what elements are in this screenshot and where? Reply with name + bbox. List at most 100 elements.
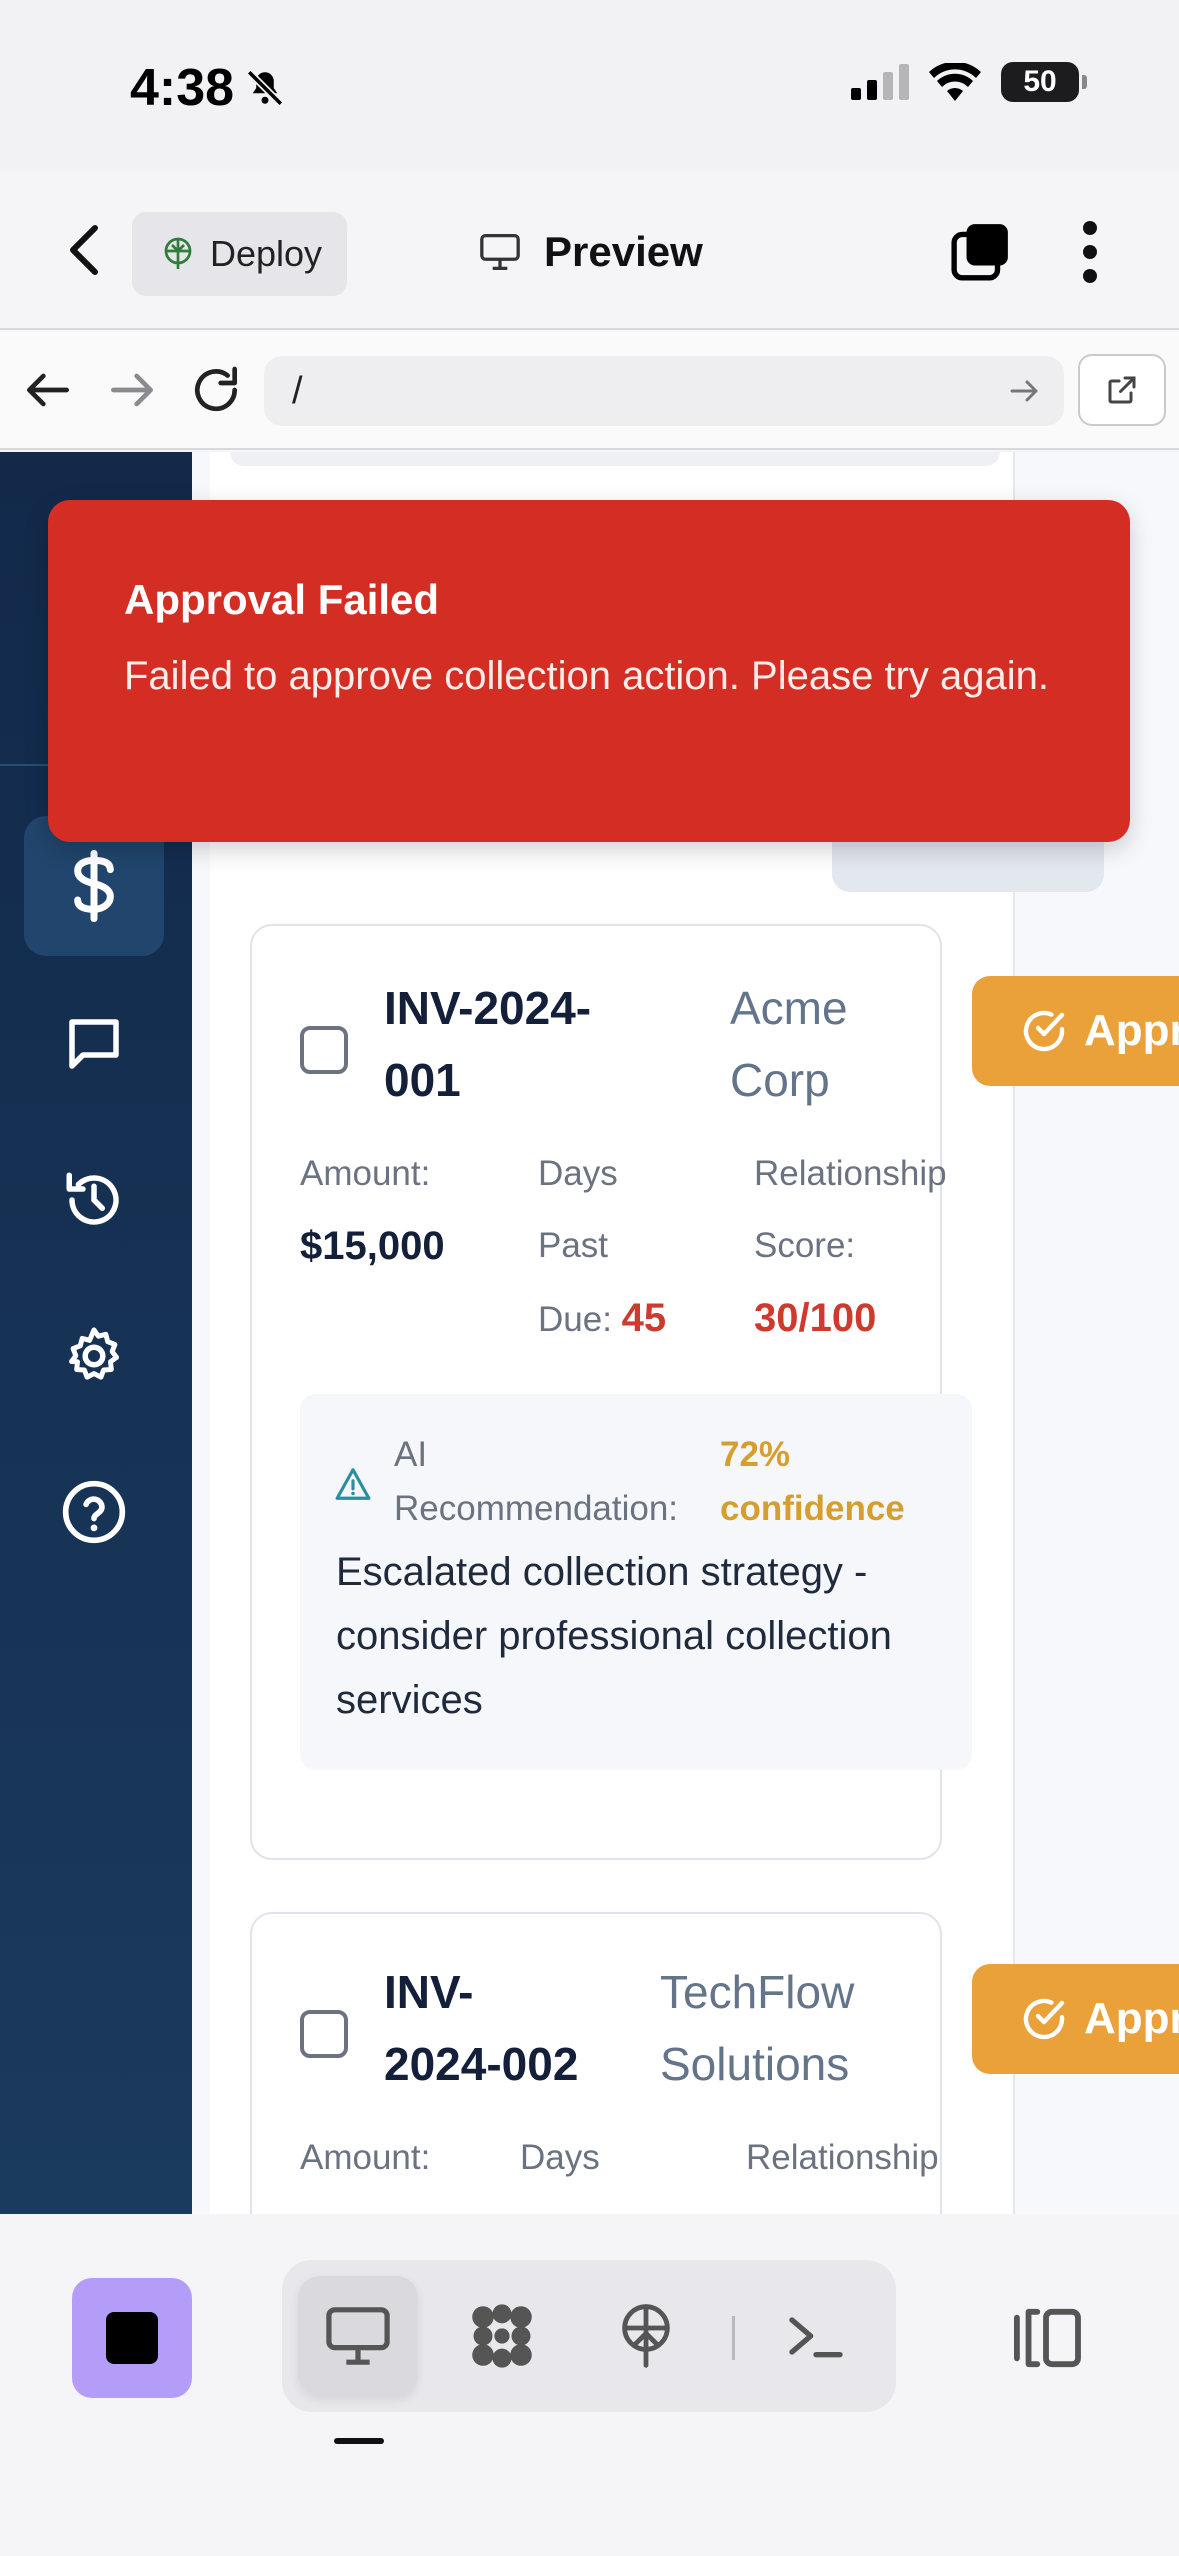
- sidebar-item-messages[interactable]: [24, 974, 164, 1114]
- days-label: Past: [538, 1226, 609, 1265]
- deploy-icon: [164, 237, 192, 269]
- header-card-edge: [230, 452, 1000, 466]
- wifi-icon: [929, 63, 981, 101]
- ai-recommendation-label: AI Recommendation:: [394, 1428, 678, 1536]
- split-view-icon[interactable]: [1008, 2306, 1084, 2370]
- arrow-right-icon[interactable]: [104, 362, 160, 418]
- amount-value: $15,000: [300, 1224, 445, 1268]
- deploy-label: Deploy: [210, 233, 323, 274]
- invoice-checkbox[interactable]: [300, 1026, 348, 1074]
- app-bar: Deploy Preview: [0, 170, 1179, 330]
- amount-label: Amount:: [300, 1154, 431, 1193]
- days-past-due-field: Days Past Due: 45: [538, 1138, 666, 1356]
- toast-message: Failed to approve collection action. Ple…: [124, 654, 1049, 698]
- client-name: Acme Corp: [730, 972, 848, 1116]
- active-tab-indicator: [334, 2438, 384, 2444]
- back-chevron-icon[interactable]: [60, 222, 110, 278]
- invoice-card: INV- 2024-002 TechFlow Solutions Amount:…: [250, 1912, 942, 2214]
- check-circle-icon: [1023, 1998, 1065, 2040]
- check-circle-icon: [1023, 1010, 1065, 1052]
- battery-level: 50: [1023, 65, 1057, 98]
- relationship-score-field: Relationship Score: 30/100: [754, 1138, 947, 1354]
- preview-tool-button[interactable]: [298, 2276, 418, 2396]
- days-label: Due:: [538, 1300, 612, 1339]
- status-time: 4:38: [130, 58, 286, 118]
- deploy-tool-button[interactable]: [586, 2276, 706, 2396]
- approve-button[interactable]: Appr: [972, 976, 1179, 1086]
- bottom-toolbar: [0, 2214, 1179, 2556]
- client-name-line: Solutions: [660, 2038, 850, 2090]
- approve-label: Appr: [1084, 1006, 1179, 1055]
- confidence-value: 72%: [720, 1435, 791, 1474]
- url-text: /: [292, 369, 303, 412]
- warning-icon: [335, 1468, 371, 1500]
- external-link-icon: [1108, 376, 1136, 404]
- client-name: TechFlow Solutions: [660, 1956, 854, 2100]
- deploy-button[interactable]: Deploy: [132, 212, 347, 296]
- status-indicators: 50: [851, 62, 1087, 102]
- score-label: Relationship: [746, 2138, 939, 2177]
- client-name-line: Acme: [730, 982, 848, 1034]
- url-input[interactable]: /: [264, 356, 1064, 426]
- stop-icon: [106, 2312, 158, 2364]
- web-content: INV-2024- 001 Acme Corp Amount: $15,000 …: [0, 452, 1179, 2214]
- days-label: Days: [520, 2138, 600, 2177]
- invoice-checkbox[interactable]: [300, 2010, 348, 2058]
- invoice-id-line: 2024-002: [384, 2038, 579, 2090]
- sidebar-item-settings[interactable]: [24, 1286, 164, 1426]
- days-label: Days: [538, 1154, 618, 1193]
- tabs-icon[interactable]: [950, 220, 1012, 282]
- preview-title[interactable]: Preview: [478, 228, 703, 276]
- confidence-label: confidence: [720, 1489, 905, 1528]
- monitor-icon: [480, 233, 520, 270]
- toolbar-separator: [732, 2316, 735, 2360]
- reload-icon[interactable]: [188, 362, 244, 418]
- more-vertical-icon[interactable]: [1070, 220, 1110, 284]
- sidebar-item-history[interactable]: [24, 1130, 164, 1270]
- arrow-left-icon[interactable]: [20, 362, 76, 418]
- invoice-id: INV- 2024-002: [384, 1956, 578, 2100]
- invoice-id-line: INV-: [384, 1966, 474, 2018]
- invoice-id: INV-2024- 001: [384, 972, 591, 1116]
- status-bar: 4:38 50: [0, 0, 1179, 170]
- stop-button[interactable]: [72, 2278, 192, 2398]
- cellular-signal-icon: [851, 64, 909, 100]
- ai-recommendation-text: Escalated collection strategy - consider…: [336, 1550, 892, 1722]
- sidebar-item-help[interactable]: [24, 1442, 164, 1582]
- time-text: 4:38: [130, 59, 235, 117]
- workspace-tool-button[interactable]: [442, 2276, 562, 2396]
- days-value: 45: [621, 1296, 667, 1340]
- score-label: Score:: [754, 1226, 856, 1265]
- terminal-tool-button[interactable]: [756, 2276, 876, 2396]
- toast-title: Approval Failed: [124, 576, 440, 623]
- terminal-icon: [789, 2317, 843, 2358]
- dollar-icon: [74, 849, 114, 923]
- score-label: Relationship: [754, 1154, 947, 1193]
- deploy-icon: [622, 2304, 670, 2368]
- history-icon: [66, 1172, 119, 1225]
- invoice-id-line: INV-2024-: [384, 982, 592, 1034]
- ai-label-line: Recommendation:: [394, 1489, 679, 1528]
- error-toast[interactable]: Approval Failed Failed to approve collec…: [48, 500, 1130, 842]
- score-value: 30/100: [754, 1296, 877, 1340]
- client-name-line: Corp: [730, 1054, 830, 1106]
- invoice-id-line: 001: [384, 1054, 461, 1106]
- url-bar: /: [0, 332, 1179, 450]
- go-arrow-icon[interactable]: [1006, 373, 1042, 409]
- approve-label: Appr: [1084, 1994, 1179, 2043]
- chat-icon: [69, 1019, 119, 1069]
- cluster-icon: [472, 2304, 532, 2368]
- client-name-line: TechFlow: [660, 1966, 855, 2018]
- ai-label-line: AI: [394, 1435, 428, 1474]
- battery-indicator: 50: [1001, 62, 1087, 102]
- help-icon: [62, 1480, 126, 1544]
- bell-muted-icon: [246, 69, 284, 107]
- open-external-button[interactable]: [1078, 354, 1166, 426]
- amount-field: Amount: $15,000: [300, 1138, 445, 1282]
- view-switcher: [282, 2260, 896, 2412]
- ai-recommendation-box: AI Recommendation: 72% confidence Escala…: [300, 1394, 972, 1770]
- gear-icon: [68, 1327, 120, 1380]
- amount-label: Amount:: [300, 2138, 431, 2177]
- monitor-icon: [326, 2307, 390, 2365]
- approve-button[interactable]: Appr: [972, 1964, 1179, 2074]
